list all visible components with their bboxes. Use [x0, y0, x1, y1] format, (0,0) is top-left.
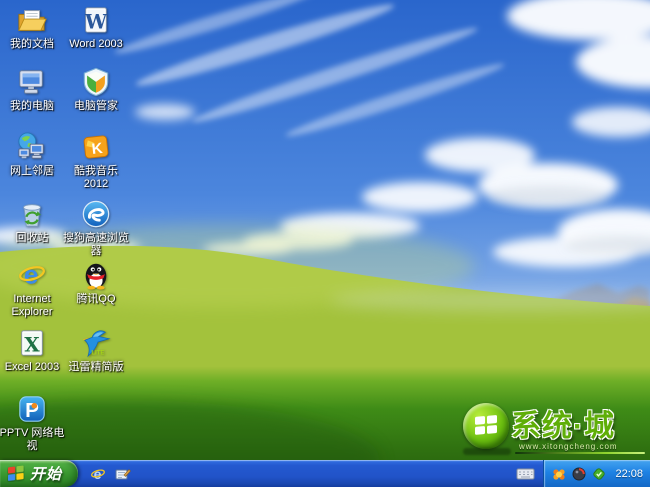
- xitongcheng-logo-icon: [463, 403, 509, 449]
- tencent-qq-icon: [85, 263, 107, 290]
- tray-icon-sphere[interactable]: [571, 466, 586, 481]
- network-places-icon: [18, 132, 44, 159]
- icon-label: 回收站: [15, 232, 49, 244]
- icon-label: 我的电脑: [10, 100, 54, 112]
- icon-label: 我的文档: [10, 38, 54, 50]
- windows-flag-icon: [8, 465, 24, 481]
- clock[interactable]: 22:08: [615, 468, 643, 480]
- desktop-icon-pptv[interactable]: P PPTV 网络电视: [0, 394, 65, 452]
- thunder-lite-icon: LITE: [82, 330, 111, 358]
- recycle-bin-icon: [23, 204, 41, 227]
- my-documents-icon: [18, 10, 47, 31]
- quick-launch-bar: e: [89, 465, 132, 483]
- desktop-icon-my-computer[interactable]: 我的电脑: [0, 67, 65, 113]
- start-button-label: 开始: [30, 466, 63, 483]
- svg-text:P: P: [25, 399, 39, 422]
- pc-manager-icon: [83, 67, 109, 97]
- icon-label: Excel 2003: [4, 361, 60, 373]
- icon-label: 电脑管家: [74, 100, 118, 112]
- kuwo-music-icon: K: [83, 135, 109, 159]
- taskbar: 开始 e 22:08: [0, 460, 650, 487]
- svg-text:W: W: [84, 10, 108, 33]
- svg-text:X: X: [24, 333, 40, 356]
- excel-2003-icon: X: [21, 330, 43, 356]
- icon-label: Word 2003: [69, 38, 123, 50]
- icon-label: Internet Explorer: [11, 293, 53, 318]
- show-desktop-icon: [115, 468, 131, 479]
- icon-label: 搜狗高速浏览器: [63, 232, 129, 257]
- desktop-icon-recycle-bin[interactable]: 回收站: [0, 199, 65, 245]
- desktop-icon-kuwo-music[interactable]: K 酷我音乐2012: [63, 132, 129, 190]
- desktop-icon-tencent-qq[interactable]: 腾讯QQ: [63, 260, 129, 306]
- desktop-icon-pc-manager[interactable]: 电脑管家: [63, 67, 129, 113]
- quick-launch-ie-button[interactable]: e: [89, 465, 107, 483]
- svg-text:e: e: [24, 260, 39, 289]
- watermark-subtitle: www.xitongcheng.com: [519, 442, 618, 451]
- desktop-icon-thunder-lite[interactable]: LITE 迅雷精简版: [63, 328, 129, 374]
- icon-label: 网上邻居: [10, 165, 54, 177]
- input-method-keyboard-icon[interactable]: [516, 466, 535, 481]
- tray-icon-green[interactable]: [591, 466, 606, 481]
- watermark-swoosh: [515, 452, 645, 454]
- watermark-title: 系统·城: [511, 410, 615, 443]
- desktop-icon-network-places[interactable]: 网上邻居: [0, 132, 65, 178]
- svg-text:LITE: LITE: [91, 349, 104, 356]
- internet-explorer-icon: e: [19, 260, 45, 289]
- svg-text:K: K: [91, 140, 104, 158]
- svg-text:e: e: [94, 466, 102, 482]
- icon-label: 酷我音乐2012: [74, 165, 118, 190]
- pptv-icon: P: [19, 396, 45, 422]
- xitongcheng-watermark: 系统·城 www.xitongcheng.com: [461, 400, 647, 460]
- quick-launch-show-desktop-button[interactable]: [114, 465, 132, 483]
- taskbar-right: 22:08: [516, 460, 650, 487]
- system-tray: 22:08: [543, 460, 650, 487]
- desktop-icon-excel-2003[interactable]: X Excel 2003: [0, 328, 65, 374]
- desktop-icon-internet-explorer[interactable]: e Internet Explorer: [0, 260, 65, 318]
- desktop-icon-word-2003[interactable]: W Word 2003: [63, 5, 129, 51]
- start-button[interactable]: 开始: [0, 460, 79, 487]
- sogou-browser-icon: [82, 200, 110, 228]
- watermark-smudge: [463, 448, 511, 455]
- icon-label: PPTV 网络电视: [0, 427, 65, 452]
- icon-label: 迅雷精简版: [68, 361, 124, 373]
- tray-icon-orange[interactable]: [551, 466, 566, 481]
- my-computer-icon: [19, 70, 43, 94]
- desktop-screen: 我的文档 W Word 2003 我的电脑 电脑管家 网上邻居 K 酷我音乐20…: [0, 0, 650, 487]
- desktop-icon-my-documents[interactable]: 我的文档: [0, 5, 65, 51]
- word-2003-icon: W: [84, 7, 108, 33]
- icon-label: 腾讯QQ: [76, 293, 116, 305]
- desktop-icon-sogou-browser[interactable]: 搜狗高速浏览器: [63, 199, 129, 257]
- internet-explorer-icon: e: [91, 466, 105, 482]
